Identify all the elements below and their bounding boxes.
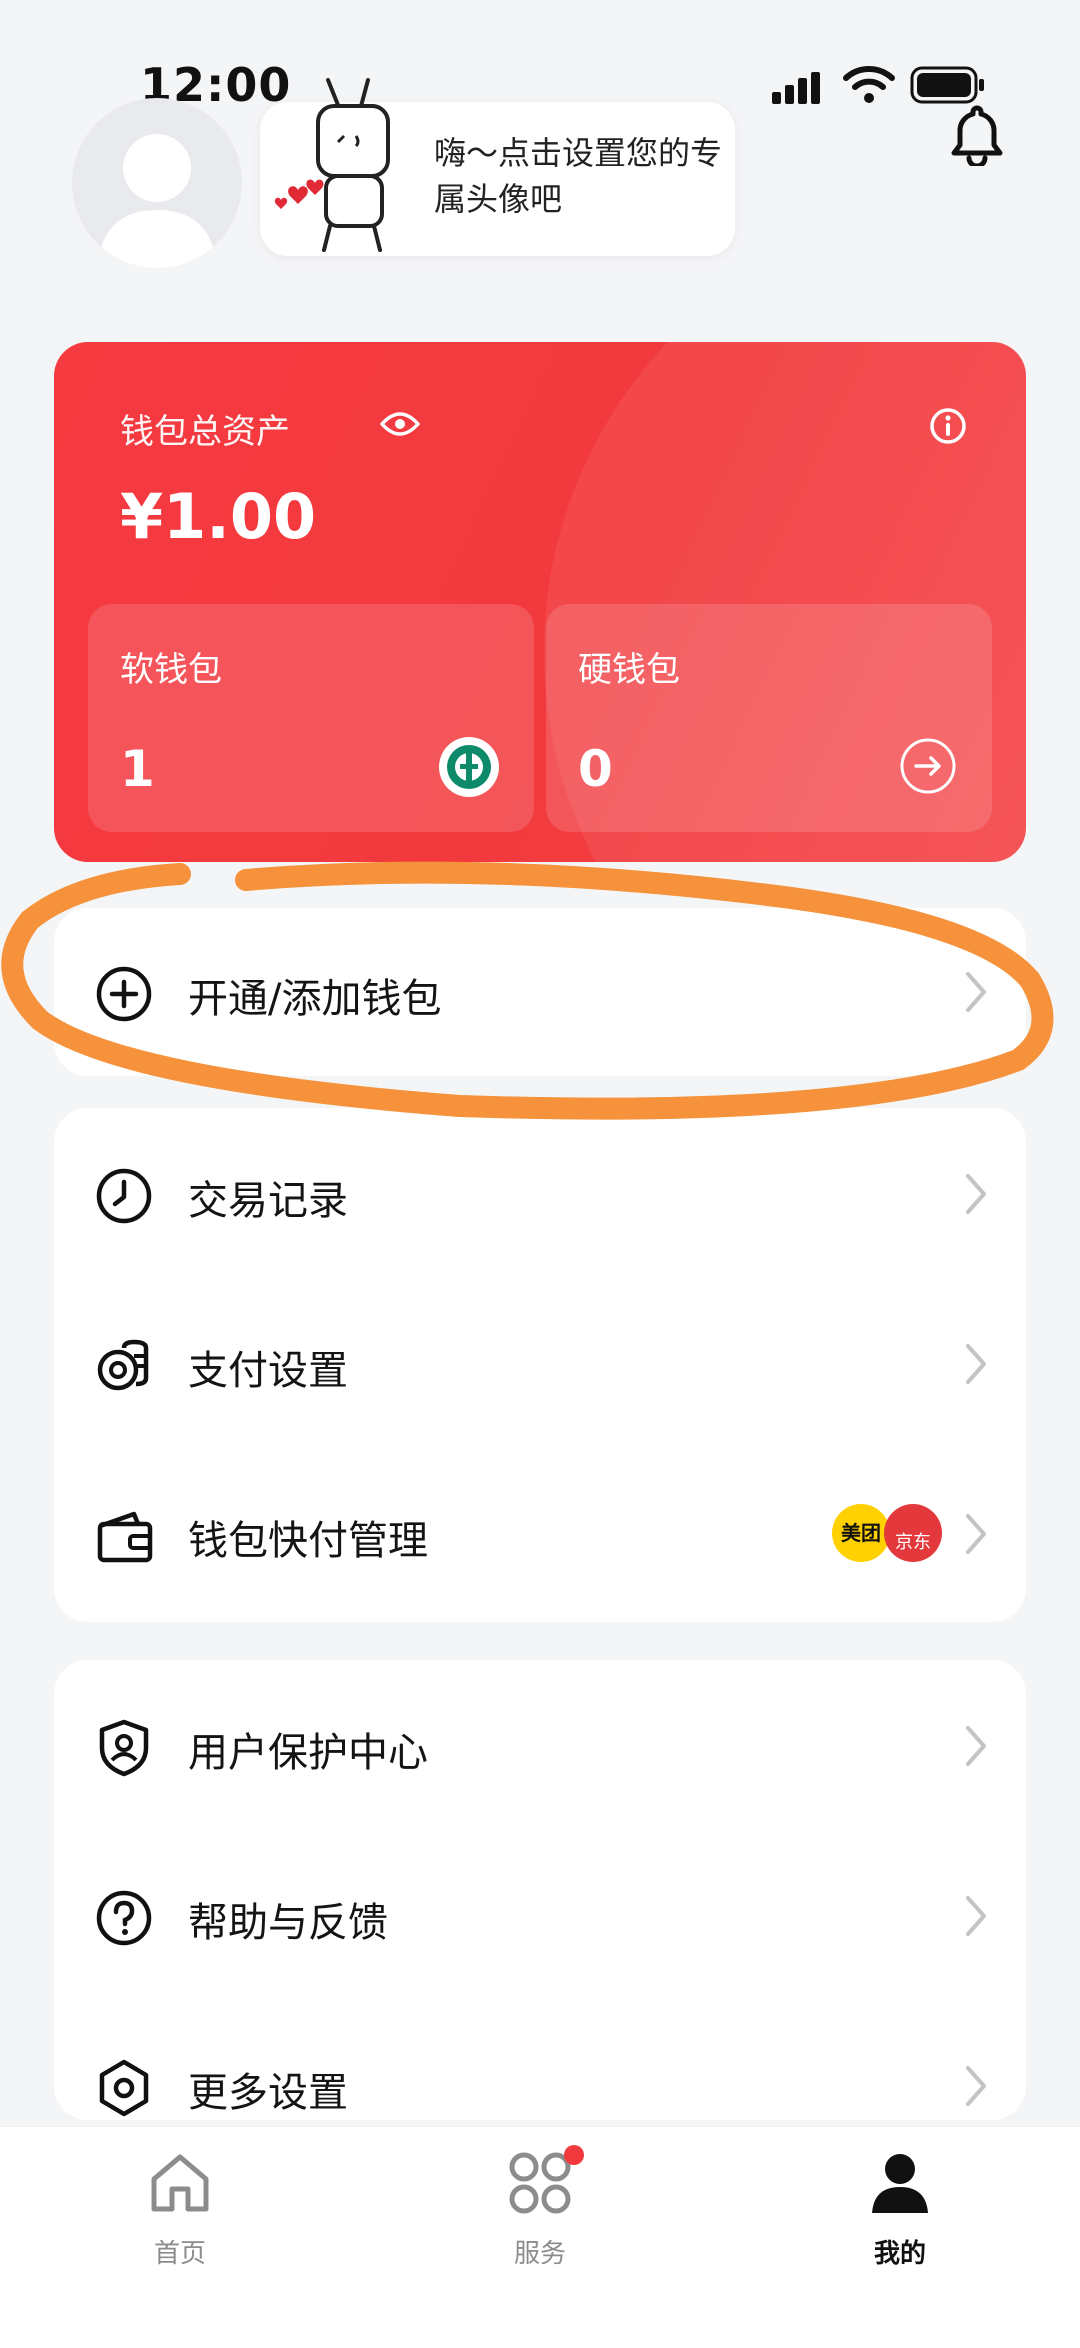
meituan-badge: 美团 xyxy=(832,1504,890,1562)
grid-icon xyxy=(509,2152,571,2214)
menu-group-support: 用户保护中心 帮助与反馈 更多设置 xyxy=(54,1660,1026,2120)
shield-user-icon xyxy=(99,1719,149,1777)
total-assets-amount: ¥1.00 xyxy=(120,480,317,553)
highlight-annotation xyxy=(1,861,1054,1120)
jd-badge: 京东 xyxy=(884,1504,942,1562)
hard-wallet-card[interactable]: 硬钱包 0 xyxy=(546,604,992,832)
avatar-tip-bubble[interactable]: 嗨～点击设置您的专属头像吧 xyxy=(260,78,735,256)
default-avatar-icon xyxy=(97,134,217,268)
user-protection-label: 用户保护中心 xyxy=(188,1730,428,1776)
help-feedback-row[interactable]: 帮助与反馈 xyxy=(54,1856,1026,1976)
hard-wallet-value: 0 xyxy=(578,740,613,798)
question-icon xyxy=(96,1890,152,1946)
chevron-right-icon xyxy=(966,2066,986,2106)
bubble-text: 嗨～点击设置您的专属头像吧 xyxy=(434,134,723,218)
wifi-icon xyxy=(843,66,895,103)
battery-icon xyxy=(910,66,984,104)
chevron-right-icon xyxy=(966,1344,986,1384)
coins-icon xyxy=(97,1339,149,1391)
arrow-right-circle-icon xyxy=(900,738,956,794)
notification-dot xyxy=(564,2145,584,2165)
wallet-icon xyxy=(97,1511,153,1563)
avatar[interactable] xyxy=(72,98,242,268)
tab-mine[interactable]: 我的 xyxy=(800,2149,1000,2289)
person-icon xyxy=(872,2154,928,2213)
hard-wallet-label: 硬钱包 xyxy=(578,650,680,690)
tab-mine-label: 我的 xyxy=(873,2239,926,2269)
bottom-tab-bar: 首页 服务 我的 xyxy=(0,2126,1080,2348)
chevron-right-icon xyxy=(966,1726,986,1766)
soft-wallet-card[interactable]: 软钱包 1 xyxy=(88,604,534,832)
info-icon[interactable] xyxy=(928,406,968,446)
tab-home-label: 首页 xyxy=(153,2239,206,2269)
chevron-right-icon xyxy=(966,1514,986,1554)
tab-service[interactable]: 服务 xyxy=(440,2145,640,2289)
hex-gear-icon xyxy=(99,2059,149,2117)
help-feedback-label: 帮助与反馈 xyxy=(188,1900,388,1946)
payment-settings-row[interactable]: 支付设置 xyxy=(54,1304,1026,1424)
total-assets-label: 钱包总资产 xyxy=(120,412,290,452)
chevron-right-icon xyxy=(966,1896,986,1936)
quick-pay-row[interactable]: 钱包快付管理 美团 京东 xyxy=(54,1474,1026,1594)
more-settings-label: 更多设置 xyxy=(188,2070,348,2116)
soft-wallet-value: 1 xyxy=(120,740,155,798)
tab-service-label: 服务 xyxy=(513,2239,566,2269)
bank-logo-icon xyxy=(439,737,499,797)
brand-badges: 美团 京东 xyxy=(832,1498,942,1564)
bell-icon[interactable] xyxy=(948,104,1006,166)
payment-settings-label: 支付设置 xyxy=(188,1348,348,1394)
soft-wallet-label: 软钱包 xyxy=(120,650,222,690)
quick-pay-label: 钱包快付管理 xyxy=(188,1518,428,1564)
rabbit-mascot-icon xyxy=(274,78,390,252)
wallet-card: 钱包总资产 ¥1.00 软钱包 1 硬钱包 0 xyxy=(54,342,1026,862)
user-protection-row[interactable]: 用户保护中心 xyxy=(54,1686,1026,1806)
signal-icon xyxy=(772,72,820,104)
home-icon xyxy=(151,2154,209,2212)
eye-icon[interactable] xyxy=(380,410,420,438)
tab-home[interactable]: 首页 xyxy=(80,2149,280,2289)
